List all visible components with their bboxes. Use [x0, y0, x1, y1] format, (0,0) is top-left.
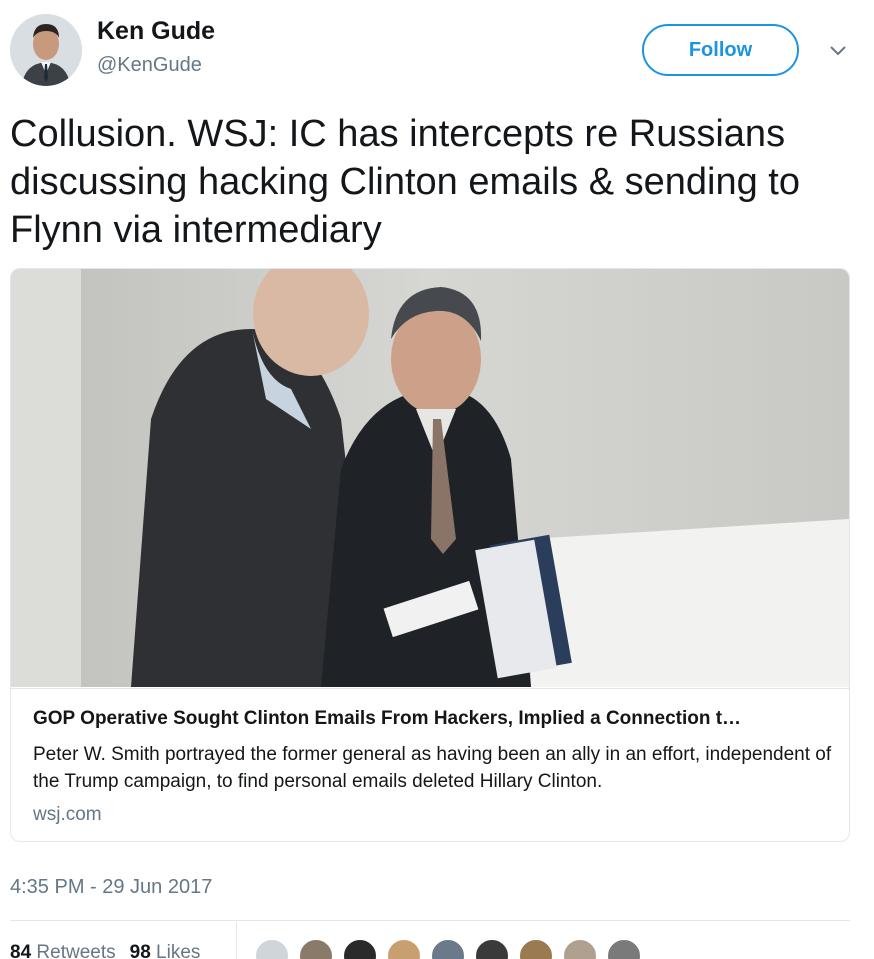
likes-label: Likes — [156, 942, 201, 959]
user-handle[interactable]: @KenGude — [97, 54, 202, 77]
liker-avatar[interactable] — [386, 938, 422, 959]
user-avatar[interactable] — [10, 14, 82, 86]
liker-avatar[interactable] — [562, 938, 598, 959]
retweets-count: 84 — [10, 942, 32, 959]
liker-avatar[interactable] — [430, 938, 466, 959]
tweet-stats: 84 Retweets 98 Likes — [10, 942, 214, 959]
retweets-label: Retweets — [36, 942, 116, 959]
card-image[interactable] — [11, 269, 849, 687]
liker-avatar[interactable] — [518, 938, 554, 959]
liker-avatar[interactable] — [298, 938, 334, 959]
stats-separator — [236, 922, 237, 959]
liker-avatar[interactable] — [606, 938, 642, 959]
chevron-down-icon[interactable] — [827, 40, 849, 62]
liker-avatars — [254, 938, 650, 959]
tweet-timestamp[interactable]: 4:35 PM - 29 Jun 2017 — [10, 876, 212, 899]
retweets-stat[interactable]: 84 Retweets — [10, 942, 130, 959]
card-description: Peter W. Smith portrayed the former gene… — [33, 744, 832, 792]
likes-stat[interactable]: 98 Likes — [130, 942, 215, 959]
tweet-text: Collusion. WSJ: IC has intercepts re Rus… — [10, 113, 800, 251]
tweet-header: Ken Gude @KenGude Follow — [0, 0, 874, 100]
liker-avatar[interactable] — [254, 938, 290, 959]
display-name[interactable]: Ken Gude — [97, 17, 215, 46]
divider — [10, 920, 850, 921]
card-title[interactable]: GOP Operative Sought Clinton Emails From… — [33, 708, 823, 730]
link-card[interactable]: GOP Operative Sought Clinton Emails From… — [10, 268, 850, 842]
likes-count: 98 — [129, 942, 151, 959]
liker-avatar[interactable] — [342, 938, 378, 959]
follow-button[interactable]: Follow — [642, 24, 799, 76]
card-body[interactable]: GOP Operative Sought Clinton Emails From… — [11, 688, 849, 841]
card-domain: wsj.com — [33, 804, 102, 825]
liker-avatar[interactable] — [474, 938, 510, 959]
